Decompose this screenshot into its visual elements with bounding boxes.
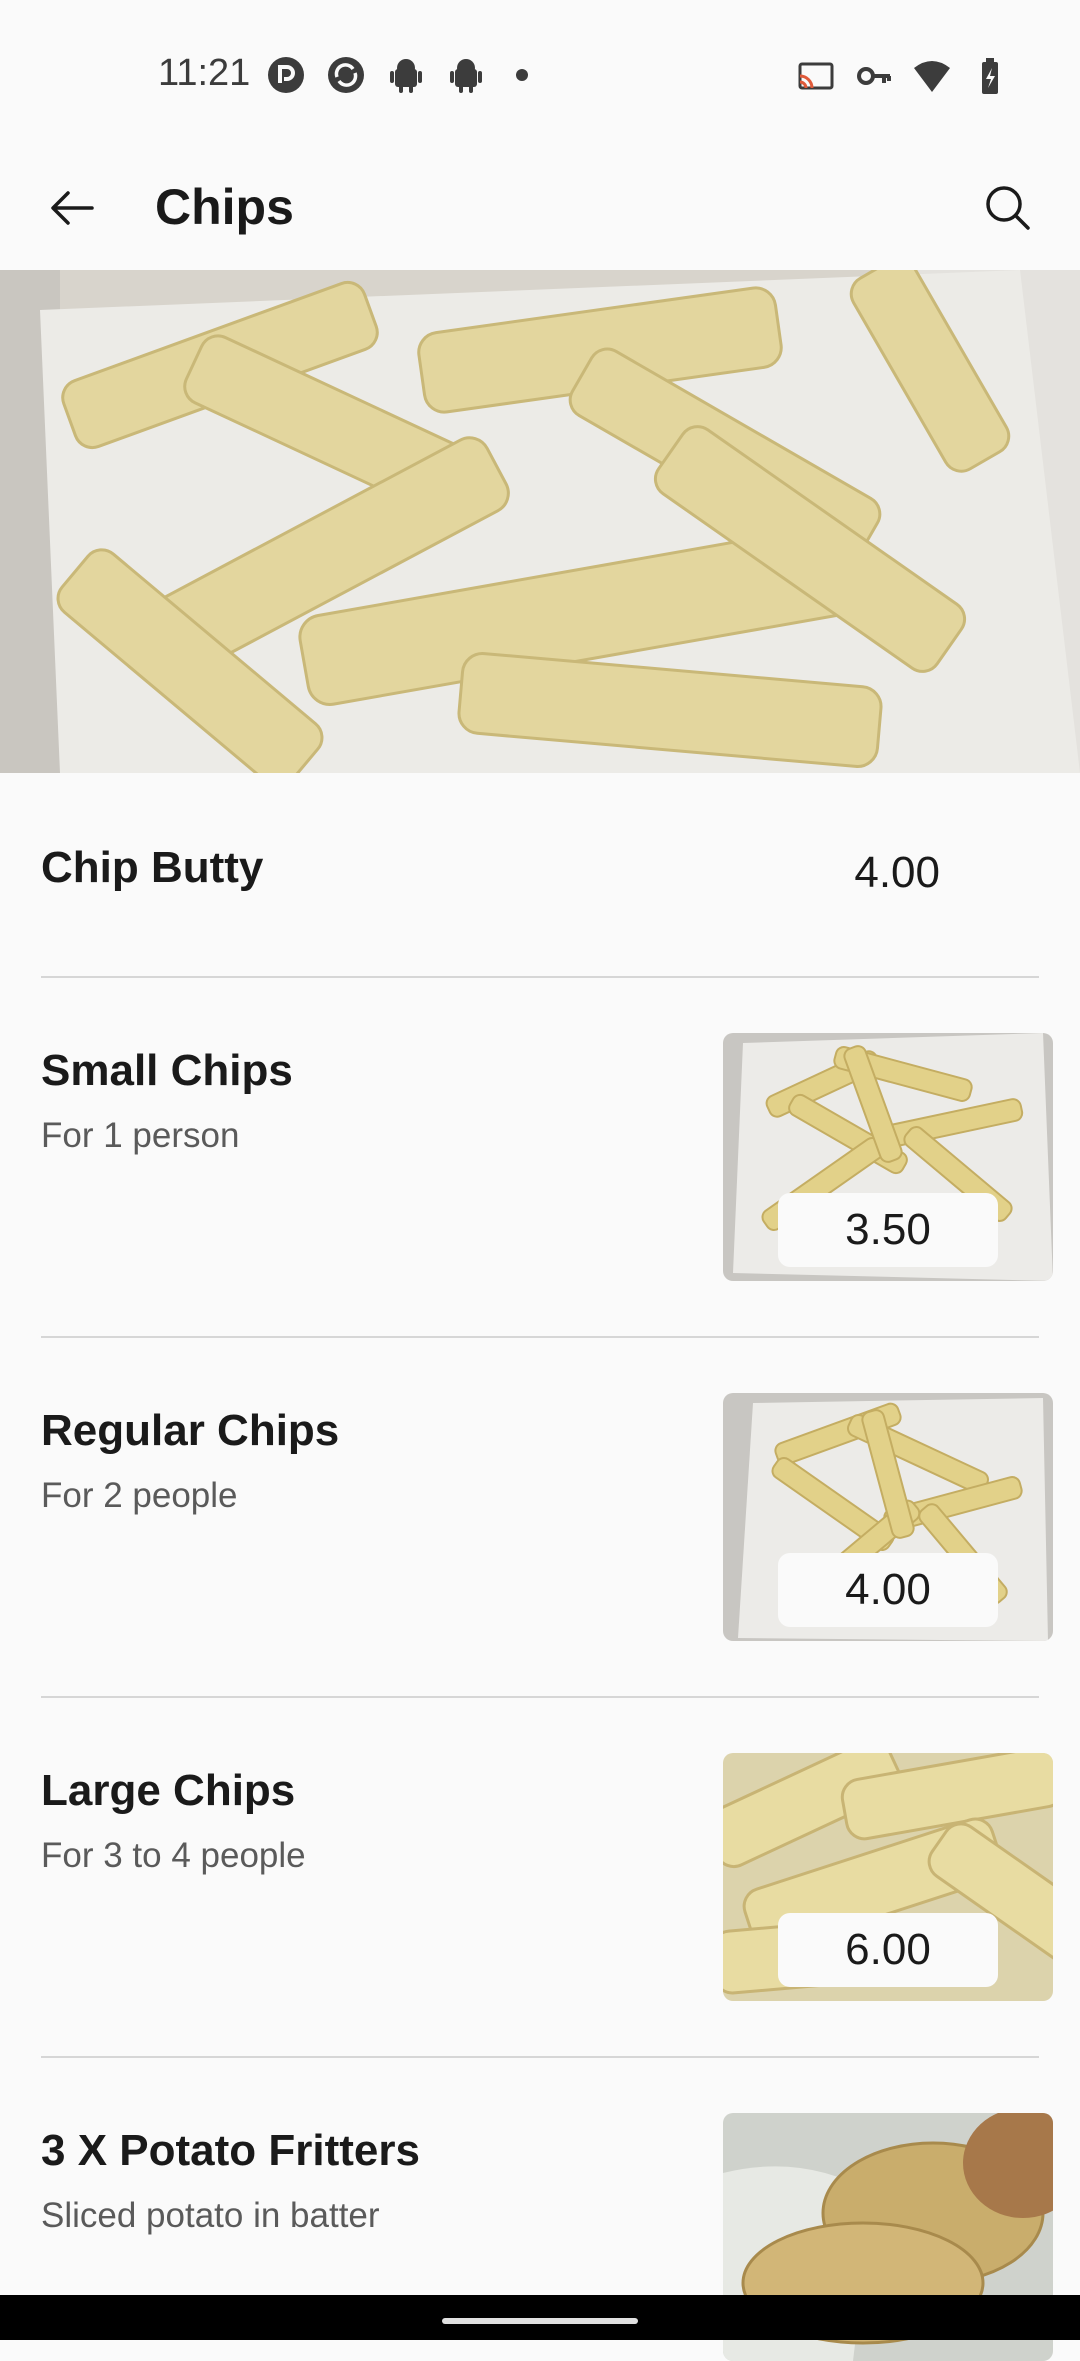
search-button[interactable] xyxy=(972,172,1044,244)
arrow-back-icon xyxy=(51,191,94,225)
item-description: For 1 person xyxy=(41,1116,240,1155)
battery-charging-icon xyxy=(982,58,998,94)
status-time: 11:21 xyxy=(158,52,251,94)
chips-photo xyxy=(0,270,1080,773)
search-icon xyxy=(986,186,1030,230)
list-item[interactable]: Small Chips For 1 person 3.50 xyxy=(0,978,1080,1338)
item-description: For 3 to 4 people xyxy=(41,1836,306,1875)
home-gesture-handle[interactable] xyxy=(442,2318,638,2324)
item-name: Chip Butty xyxy=(41,843,264,892)
item-price: 4.00 xyxy=(778,1553,998,1627)
page-title: Chips xyxy=(155,179,294,235)
list-item[interactable]: Regular Chips For 2 people 4.00 xyxy=(0,1338,1080,1698)
menu-item-list: Chip Butty 4.00 Small Chips For 1 person xyxy=(0,773,1080,2361)
category-hero-image xyxy=(0,270,1080,773)
item-thumbnail: 6.00 xyxy=(723,1753,1053,2001)
android-icon xyxy=(390,59,422,93)
sync-icon xyxy=(328,57,364,93)
item-name: Regular Chips xyxy=(41,1406,340,1455)
item-name: Large Chips xyxy=(41,1766,296,1815)
wifi-icon xyxy=(914,61,950,92)
list-item[interactable]: Chip Butty 4.00 xyxy=(0,773,1080,978)
navigation-bar xyxy=(0,2295,1080,2340)
more-notifications-dot xyxy=(516,69,528,81)
list-item[interactable]: Large Chips For 3 to 4 people 6.00 xyxy=(0,1698,1080,2058)
vpn-key-icon xyxy=(857,67,891,85)
status-bar: 11:21 xyxy=(0,0,1080,150)
item-price: 3.50 xyxy=(778,1193,998,1267)
item-thumbnail: 3.50 xyxy=(723,1033,1053,1281)
cast-icon xyxy=(798,62,834,90)
item-name: Small Chips xyxy=(41,1046,293,1095)
notification-icons xyxy=(266,55,528,95)
item-description: Sliced potato in batter xyxy=(41,2196,380,2235)
item-thumbnail: 4.00 xyxy=(723,1393,1053,1641)
item-description: For 2 people xyxy=(41,1476,238,1515)
item-name: 3 X Potato Fritters xyxy=(41,2126,420,2175)
android-icon-2 xyxy=(450,59,482,93)
app-bar: Chips xyxy=(0,150,1080,270)
item-price: 4.00 xyxy=(854,848,940,897)
item-price: 6.00 xyxy=(778,1913,998,1987)
pocket-casts-icon xyxy=(268,57,304,93)
system-icons xyxy=(796,56,1010,96)
back-button[interactable] xyxy=(36,172,108,244)
